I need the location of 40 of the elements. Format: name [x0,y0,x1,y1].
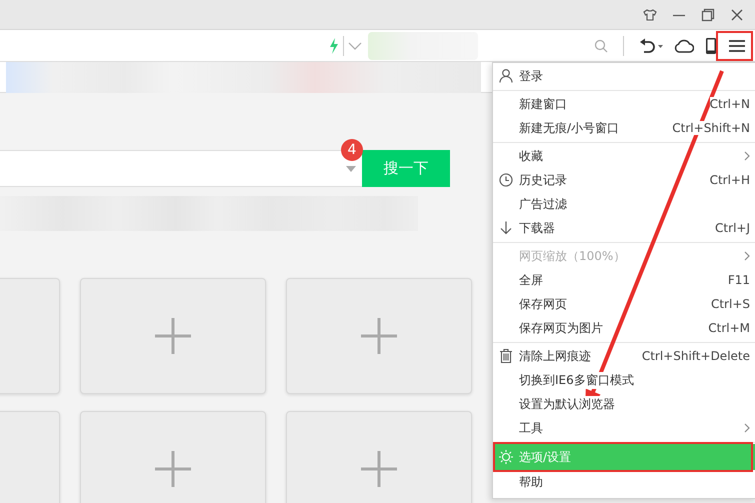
menu-item[interactable]: 广告过滤 [493,192,755,216]
dropdown-triangle-icon [346,166,356,172]
undo-icon[interactable] [639,38,663,54]
add-site-tile[interactable] [286,278,472,394]
step-badge: 4 [341,139,363,161]
menu-item[interactable]: 清除上网痕迹 Ctrl+Shift+Delete [493,344,755,368]
cloud-icon[interactable] [674,38,694,52]
shirt-icon[interactable] [643,8,657,22]
add-site-tile[interactable] [286,411,472,503]
settings-icon [499,450,513,464]
plus-icon [361,318,397,354]
menu-item[interactable]: 新建无痕/小号窗口 Ctrl+Shift+N [493,116,755,140]
menu-item[interactable]: 帮助 [493,470,755,494]
search-icon[interactable] [594,38,608,52]
menu-icon[interactable] [728,38,746,52]
menu-item[interactable]: 工具 [493,416,755,440]
plus-icon [155,451,191,487]
menu-item[interactable]: 设置为默认浏览器 [493,392,755,416]
down-arrow-icon [499,220,513,236]
trash-icon [499,348,513,364]
plus-icon [361,451,397,487]
highlight-frame [716,31,753,61]
menu-item[interactable]: 下载器 Ctrl+J [493,216,755,240]
phone-icon[interactable] [705,36,717,54]
restore-icon[interactable] [701,8,715,22]
add-site-tile[interactable] [80,411,266,503]
menu-item[interactable]: 新建窗口 Ctrl+N [493,92,755,116]
clock-icon [499,172,513,188]
user-icon [499,68,513,84]
menu-item[interactable]: 保存网页 Ctrl+S [493,292,755,316]
add-site-tile[interactable] [80,278,266,394]
menu-item[interactable]: 收藏 [493,144,755,168]
plus-icon [155,318,191,354]
menu-item[interactable]: 保存网页为图片 Ctrl+M [493,316,755,340]
chevron-down-icon[interactable] [348,42,362,50]
menu-item[interactable]: 历史记录 Ctrl+H [493,168,755,192]
menu-item[interactable]: 切换到IE6多窗口模式 [493,368,755,392]
close-icon[interactable] [730,8,744,22]
menu-item[interactable]: 全屏 F11 [493,268,755,292]
lightning-icon[interactable] [329,38,339,54]
